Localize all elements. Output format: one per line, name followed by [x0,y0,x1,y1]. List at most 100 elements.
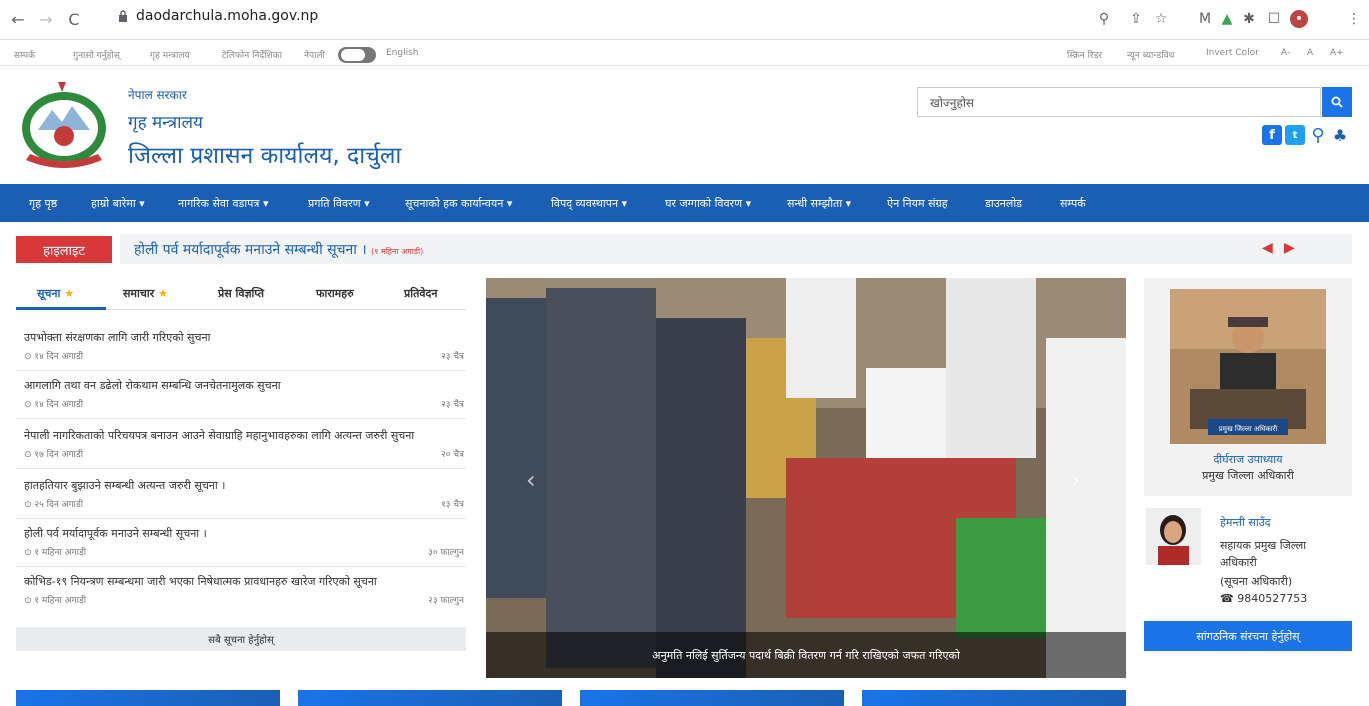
cdo-plaque-text: प्रमुख जिल्ला अधिकारी [1219,424,1278,433]
nav-rti[interactable]: सूचनाको हक कार्यान्वयन ▾ [405,196,512,211]
notice-date: २० चैत्र [441,450,464,460]
list-item[interactable]: हातहतियार बुझाउने सम्बन्धी अत्यन्त जरुरी… [24,478,464,510]
extension-mail-icon[interactable]: M [1196,10,1214,28]
nav-about[interactable]: हाम्रो बारेमा ▾ [91,196,145,211]
zoom-icon[interactable]: ⚲ [1095,10,1113,28]
list-item[interactable]: आगलागि तथा वन डढेलो रोकथाम सम्बन्धि जनचे… [24,378,464,410]
list-item[interactable]: कोभिड-१९ नियन्त्रण सम्बन्धमा जारी भएका न… [24,574,464,606]
util-directory[interactable]: टेलिफोन निर्देशिका [222,48,282,61]
util-font-normal[interactable]: A [1307,48,1313,58]
list-item[interactable]: उपभोक्ता संरक्षणका लागि जारी गरिएको सुचन… [24,330,464,362]
address-bar[interactable]: daodarchula.moha.gov.np [118,8,318,24]
notice-title[interactable]: उपभोक्ता संरक्षणका लागि जारी गरिएको सुचन… [24,330,464,345]
notice-ago: ⊙ १४ दिन अगाडी [24,397,83,410]
view-all-notices-button[interactable]: सबै सूचना हेर्नुहोस् [16,627,466,651]
cdo-name[interactable]: दीर्घराज उपाध्याय [1144,452,1352,467]
extension-drive-icon[interactable]: ▲ [1218,10,1236,28]
clock-icon: ⊙ [24,500,32,510]
util-nepali[interactable]: नेपाली [304,48,325,61]
ado-photo [1146,508,1201,565]
nav-citizen-charter[interactable]: नागरिक सेवा वडापत्र ▾ [178,196,269,211]
notice-ago: ⊙ १ महिना अगाडी [24,593,86,606]
notice-title[interactable]: नेपाली नागरिकताको परिचयपत्र बनाउन आउने स… [24,428,464,443]
notice-title[interactable]: आगलागि तथा वन डढेलो रोकथाम सम्बन्धि जनचे… [24,378,464,393]
tab-forms[interactable]: फारामहरु [316,286,354,301]
nav-home[interactable]: गृह पृष्ठ [29,196,57,211]
ministry-label: गृह मन्त्रालय [128,113,203,133]
notice-title[interactable]: कोभिड-१९ नियन्त्रण सम्बन्धमा जारी भएका न… [24,574,464,589]
notice-title[interactable]: हातहतियार बुझाउने सम्बन्धी अत्यन्त जरुरी… [24,478,464,493]
star-icon[interactable]: ☆ [1152,10,1170,28]
sitemap-icon[interactable]: ♣ [1330,125,1350,145]
ticker-prev-icon[interactable]: ◀ [1262,240,1273,256]
facebook-icon[interactable]: f [1262,125,1282,145]
nepal-emblem-logo [22,82,106,168]
notice-ago-text: २५ दिन अगाडी [34,500,84,510]
list-item[interactable]: होली पर्व मर्यादापूर्वक मनाउने सम्बन्धी … [24,526,464,558]
highlight-headline[interactable]: होली पर्व मर्यादापूर्वक मनाउने सम्बन्धी … [134,242,367,258]
search-button[interactable] [1322,87,1352,117]
tab-active-indicator [16,307,106,310]
notice-date: ३० फाल्गुन [428,548,464,558]
back-icon[interactable]: ← [8,10,28,30]
nav-download[interactable]: डाउनलोड [985,196,1022,211]
extensions-icon[interactable]: ✱ [1240,10,1258,28]
nav-acts[interactable]: ऐन नियम संग्रह [887,196,948,211]
slider-prev-icon[interactable]: ‹ [526,466,536,494]
notice-ago: ⊙ १७ दिन अगाडी [24,447,83,460]
notice-title[interactable]: होली पर्व मर्यादापूर्वक मनाउने सम्बन्धी … [24,526,464,541]
service-tile[interactable] [862,690,1126,706]
nav-disaster[interactable]: विपद् व्यवस्थापन ▾ [551,196,627,211]
list-item[interactable]: नेपाली नागरिकताको परिचयपत्र बनाउन आउने स… [24,428,464,460]
nav-treaty[interactable]: सन्धी सम्झौता ▾ [787,196,851,211]
util-font-small[interactable]: A- [1281,48,1290,58]
sidepanel-icon[interactable]: ☐ [1265,10,1283,28]
clock-icon: ⊙ [24,596,32,606]
clock-icon: ⊙ [24,548,32,558]
highlight-text[interactable]: होली पर्व मर्यादापूर्वक मनाउने सम्बन्धी … [134,240,423,259]
ado-role-3: (सूचना अधिकारी) [1220,575,1293,588]
slider-photo [486,278,1126,678]
util-ministry[interactable]: गृह मन्त्रालय [150,48,190,61]
nav-progress[interactable]: प्रगति विवरण ▾ [308,196,370,211]
util-english[interactable]: English [386,48,419,58]
news-slider[interactable]: ‹ › अनुमति नलिई सुर्तिजन्य पदार्थ बिक्री… [486,278,1126,678]
org-structure-button[interactable]: सांगठनिक संरचना हेर्नुहोस् [1144,621,1352,651]
twitter-icon[interactable]: t [1285,125,1305,145]
language-toggle[interactable] [338,47,376,63]
ado-name[interactable]: हेमन्ती साउँद [1220,515,1271,530]
util-complaint[interactable]: गुनासो गर्नुहोस् [73,48,120,61]
nav-contact[interactable]: सम्पर्क [1060,196,1086,211]
util-screen-reader[interactable]: स्क्रिन रिडर [1067,48,1102,61]
clock-icon: ⊙ [24,352,32,362]
clock-icon: ⊙ [24,450,32,460]
utility-bar: सम्पर्क गुनासो गर्नुहोस् गृह मन्त्रालय ट… [0,40,1369,66]
profile-avatar[interactable]: • [1290,10,1308,28]
util-low-bandwidth[interactable]: न्यून ब्यान्डविथ [1127,48,1174,61]
location-pin-icon[interactable]: ⚲ [1308,125,1328,146]
cdo-photo: प्रमुख जिल्ला अधिकारी [1170,289,1326,444]
util-invert-color[interactable]: Invert Color [1206,48,1259,58]
reload-icon[interactable]: C [64,10,84,30]
ado-phone[interactable]: ☎ 9840527753 [1220,592,1307,605]
share-icon[interactable]: ⇪ [1127,10,1145,28]
forward-icon[interactable]: → [36,10,56,30]
tab-press-release[interactable]: प्रेस विज्ञप्ति [218,286,264,301]
office-title: जिल्ला प्रशासन कार्यालय, दार्चुला [128,143,402,169]
service-tile[interactable] [298,690,562,706]
search-input[interactable]: खोज्नुहोस [917,87,1321,117]
util-contact[interactable]: सम्पर्क [14,48,35,61]
ticker-next-icon[interactable]: ▶ [1284,240,1295,256]
nav-land[interactable]: घर जग्गाको विवरण ▾ [665,196,751,211]
tab-reports[interactable]: प्रतिवेदन [404,286,437,301]
util-font-large[interactable]: A+ [1330,48,1344,58]
slider-next-icon[interactable]: › [1071,466,1081,494]
tab-news-label: समाचार [123,287,155,300]
notice-ago-text: १ महिना अगाडी [34,596,87,606]
service-tile[interactable] [580,690,844,706]
menu-icon[interactable]: ⋮ [1345,10,1363,28]
service-tile[interactable] [16,690,280,706]
tab-news[interactable]: समाचार ★ [123,286,168,301]
cdo-role: प्रमुख जिल्ला अधिकारी [1202,469,1294,482]
tab-notices[interactable]: सूचना ★ [37,286,74,301]
